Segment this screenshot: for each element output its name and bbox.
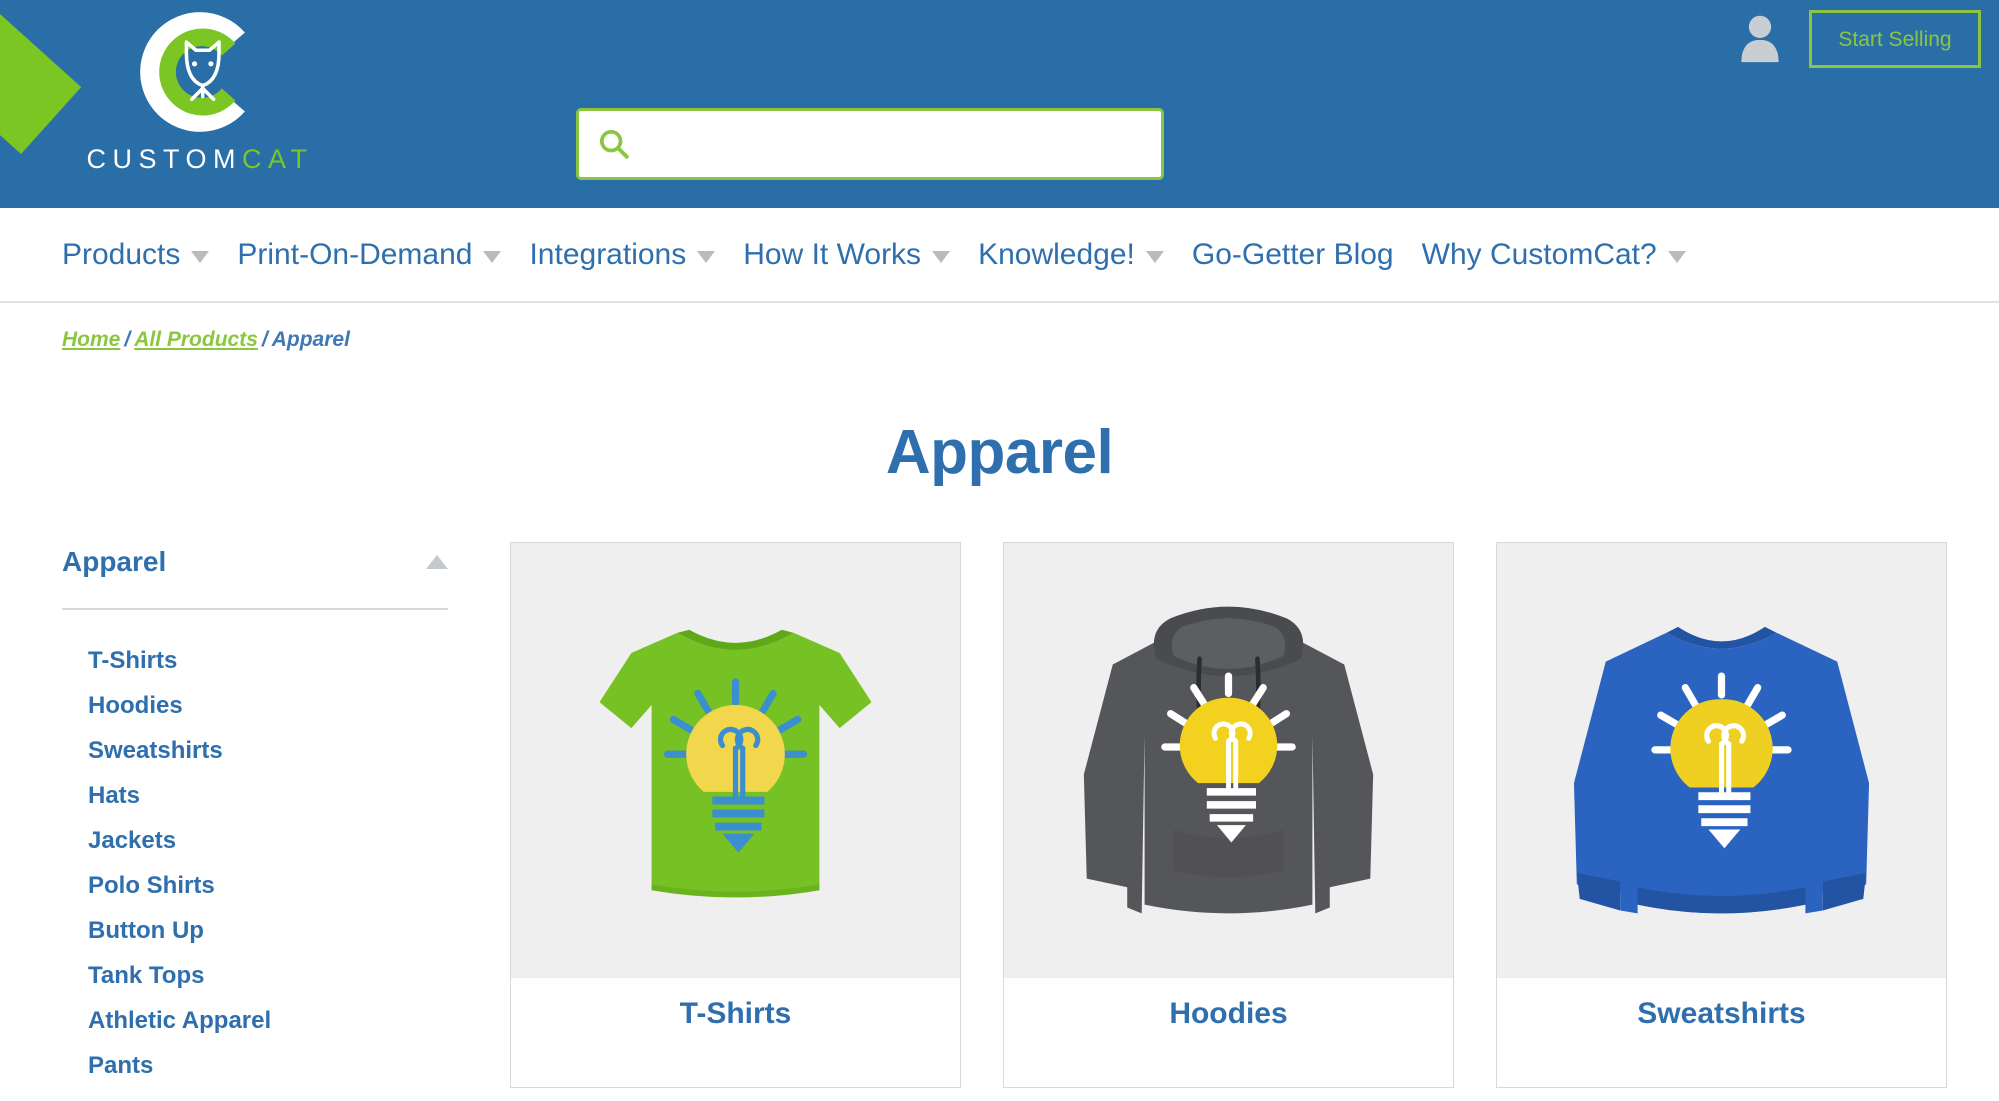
breadcrumb: Home / All Products / Apparel: [0, 303, 1999, 350]
breadcrumb-current: Apparel: [271, 328, 350, 351]
nav-label: Print-On-Demand: [237, 237, 473, 271]
site-header: CUSTOMCAT Start Selling: [0, 0, 1999, 208]
list-item[interactable]: Hats: [88, 773, 510, 818]
page-content: Apparel T-Shirts Hoodies Sweatshirts Hat…: [0, 542, 1999, 1088]
logo-word-cat: CAT: [242, 144, 314, 174]
sidebar-category-list: T-Shirts Hoodies Sweatshirts Hats Jacket…: [62, 638, 510, 1088]
list-item[interactable]: Pants: [88, 1043, 510, 1088]
product-card-label: Hoodies: [1004, 977, 1453, 1049]
t-shirt-illustration: [599, 629, 872, 898]
search-input[interactable]: [643, 131, 1143, 157]
product-card-hoodies[interactable]: Hoodies: [1003, 542, 1454, 1088]
product-card-t-shirts[interactable]: T-Shirts: [510, 542, 961, 1088]
nav-label: Why CustomCat?: [1421, 237, 1657, 271]
sidebar-item-sweatshirts[interactable]: Sweatshirts: [88, 728, 510, 773]
nav-item-integrations[interactable]: Integrations: [529, 237, 716, 271]
sidebar-item-jackets[interactable]: Jackets: [88, 818, 510, 863]
breadcrumb-separator: /: [261, 328, 268, 351]
sidebar-title: Apparel: [62, 546, 167, 577]
list-item[interactable]: Polo Shirts: [88, 863, 510, 908]
search-icon: [599, 129, 629, 159]
nav-item-go-getter-blog[interactable]: Go-Getter Blog: [1191, 237, 1394, 271]
nav-item-why-customcat[interactable]: Why CustomCat?: [1421, 237, 1686, 271]
sweatshirt-illustration: [1573, 626, 1870, 914]
nav-item-print-on-demand[interactable]: Print-On-Demand: [237, 237, 502, 271]
sidebar-item-hoodies[interactable]: Hoodies: [88, 683, 510, 728]
nav-label: Knowledge!: [978, 237, 1135, 271]
list-item[interactable]: Tank Tops: [88, 953, 510, 998]
breadcrumb-link-all-products[interactable]: All Products: [134, 328, 258, 351]
list-item[interactable]: T-Shirts: [88, 638, 510, 683]
list-item[interactable]: Jackets: [88, 818, 510, 863]
category-sidebar: Apparel T-Shirts Hoodies Sweatshirts Hat…: [62, 542, 510, 1088]
logo-wordmark: CUSTOMCAT: [60, 146, 340, 173]
list-item[interactable]: Button Up: [88, 908, 510, 953]
sidebar-divider: [62, 608, 448, 610]
product-image-t-shirts: [511, 543, 960, 977]
nav-label: Products: [62, 237, 181, 271]
page-title: Apparel: [885, 418, 1114, 487]
sidebar-header-toggle[interactable]: Apparel: [62, 548, 510, 576]
sidebar-item-t-shirts[interactable]: T-Shirts: [88, 638, 510, 683]
nav-label: How It Works: [743, 237, 922, 271]
chevron-down-icon: [1145, 250, 1164, 263]
chevron-down-icon: [1667, 250, 1686, 263]
sidebar-item-hats[interactable]: Hats: [88, 773, 510, 818]
nav-item-how-it-works[interactable]: How It Works: [743, 237, 951, 271]
search-bar[interactable]: [576, 108, 1164, 180]
breadcrumb-separator: /: [124, 328, 131, 351]
sidebar-item-button-up[interactable]: Button Up: [88, 908, 510, 953]
product-grid: T-Shirts Hoodies Sweatshirts: [510, 542, 1999, 1088]
sidebar-item-pants[interactable]: Pants: [88, 1043, 510, 1088]
product-card-sweatshirts[interactable]: Sweatshirts: [1496, 542, 1947, 1088]
customcat-logo-icon: [140, 12, 245, 132]
nav-item-knowledge[interactable]: Knowledge!: [978, 237, 1164, 271]
nav-label: Go-Getter Blog: [1191, 237, 1394, 271]
site-logo[interactable]: CUSTOMCAT: [60, 4, 340, 173]
product-card-label: Sweatshirts: [1497, 977, 1946, 1049]
sidebar-item-athletic-apparel[interactable]: Athletic Apparel: [88, 998, 510, 1043]
list-item[interactable]: Sweatshirts: [88, 728, 510, 773]
product-image-sweatshirts: [1497, 543, 1946, 977]
logo-word-custom: CUSTOM: [86, 144, 242, 174]
list-item[interactable]: Hoodies: [88, 683, 510, 728]
list-item[interactable]: Athletic Apparel: [88, 998, 510, 1043]
chevron-down-icon: [483, 250, 502, 263]
breadcrumb-link-home[interactable]: Home: [62, 328, 120, 351]
product-image-hoodies: [1004, 543, 1453, 977]
product-card-label: T-Shirts: [511, 977, 960, 1049]
start-selling-button[interactable]: Start Selling: [1809, 10, 1981, 68]
hoodie-illustration: [1083, 606, 1374, 914]
chevron-down-icon: [191, 250, 210, 263]
caret-up-icon[interactable]: [426, 555, 448, 569]
main-navigation: Products Print-On-Demand Integrations Ho…: [0, 208, 1999, 303]
chevron-down-icon: [697, 250, 716, 263]
user-avatar-icon[interactable]: [1737, 12, 1783, 64]
nav-item-products[interactable]: Products: [62, 237, 210, 271]
sidebar-item-polo-shirts[interactable]: Polo Shirts: [88, 863, 510, 908]
sidebar-item-tank-tops[interactable]: Tank Tops: [88, 953, 510, 998]
chevron-down-icon: [932, 250, 951, 263]
nav-label: Integrations: [529, 237, 687, 271]
